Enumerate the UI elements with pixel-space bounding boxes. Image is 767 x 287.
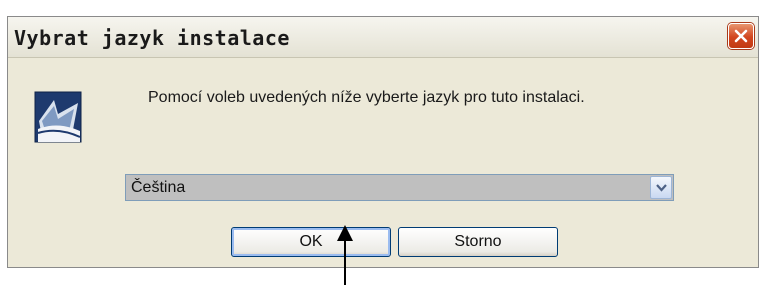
chevron-down-icon	[656, 184, 667, 192]
close-icon	[734, 29, 748, 43]
title-bar[interactable]: Vybrat jazyk instalace	[8, 17, 758, 58]
arrow-up-icon	[337, 225, 353, 285]
instruction-text: Pomocí voleb uvedených níže vyberte jazy…	[148, 89, 585, 106]
ok-button[interactable]: OK	[231, 227, 391, 257]
cancel-button[interactable]: Storno	[398, 227, 558, 257]
window-title: Vybrat jazyk instalace	[14, 26, 290, 50]
setup-icon	[34, 91, 82, 143]
close-button[interactable]	[728, 23, 754, 49]
language-select[interactable]: Čeština	[125, 174, 674, 201]
language-select-value: Čeština	[131, 179, 186, 196]
dropdown-button[interactable]	[650, 176, 672, 199]
language-dialog: Vybrat jazyk instalace Pomocí voleb uved…	[7, 16, 759, 268]
